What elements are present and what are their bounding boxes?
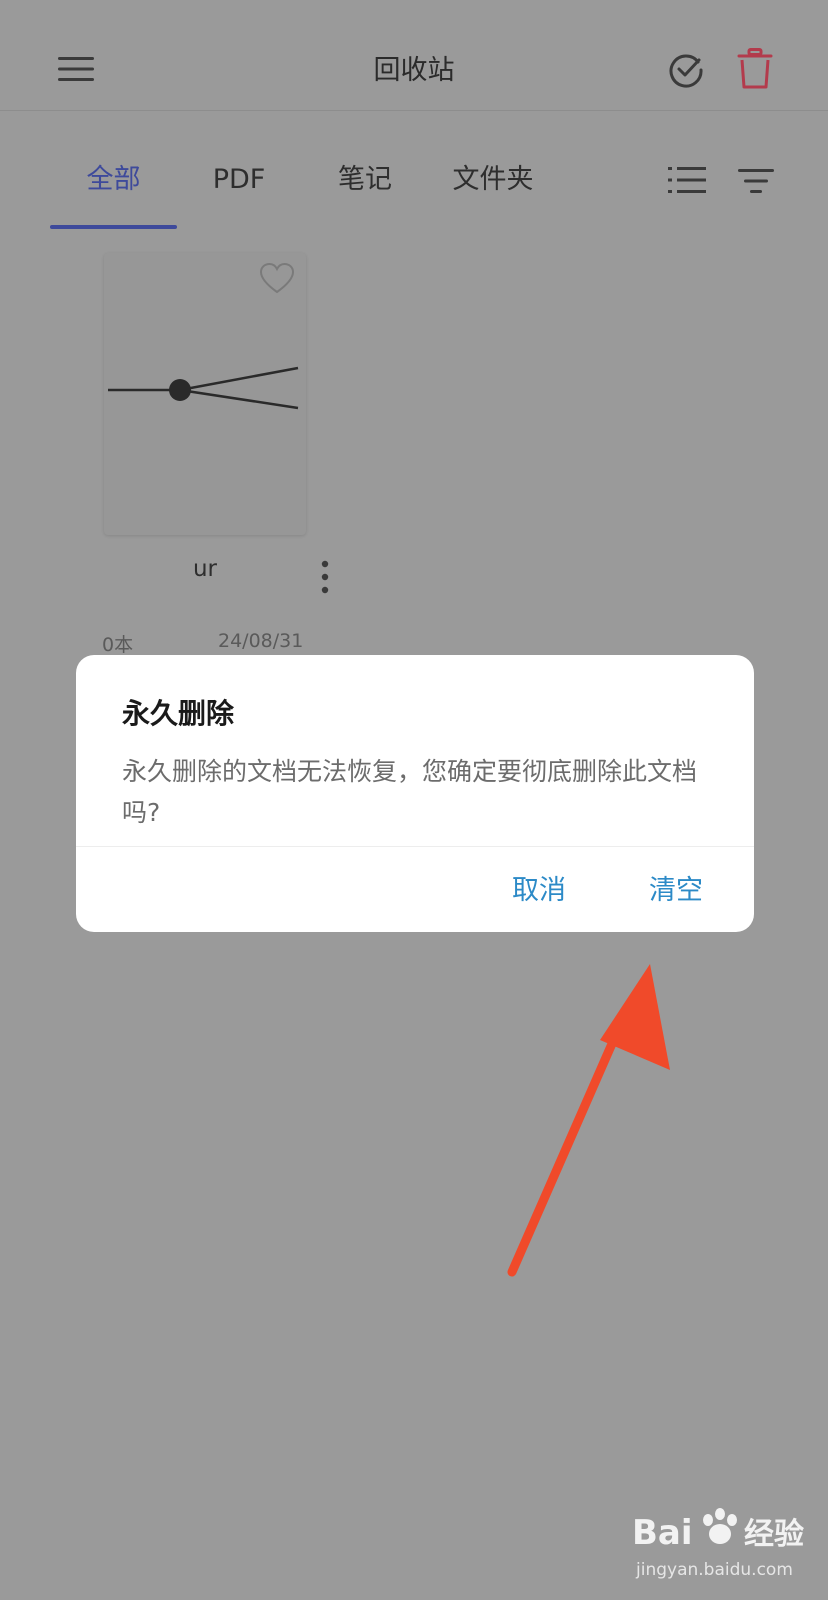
cancel-button[interactable]: 取消 xyxy=(512,868,566,907)
active-tab-indicator xyxy=(50,225,177,229)
dialog-divider xyxy=(76,846,754,847)
svg-text:Bai: Bai xyxy=(632,1513,693,1553)
sort-icon[interactable] xyxy=(738,168,774,194)
tab-pdf[interactable]: PDF xyxy=(196,158,282,202)
heart-icon[interactable] xyxy=(260,263,294,295)
dialog-title: 永久删除 xyxy=(122,697,235,730)
file-date: 24/08/31 xyxy=(218,630,304,652)
trash-icon[interactable] xyxy=(737,48,773,90)
tab-folders[interactable]: 文件夹 xyxy=(440,158,546,202)
clear-button[interactable]: 清空 xyxy=(649,868,703,907)
file-count: 0本 xyxy=(102,634,134,656)
delete-dialog: 永久删除 永久删除的文档无法恢复，您确定要彻底删除此文档吗? 取消 清空 xyxy=(76,655,754,932)
file-thumbnail[interactable] xyxy=(104,253,306,535)
tab-notes[interactable]: 笔记 xyxy=(322,158,408,202)
annotation-arrow xyxy=(507,964,670,1277)
tab-all[interactable]: 全部 xyxy=(50,158,177,202)
file-name: ur xyxy=(192,556,218,582)
list-view-icon[interactable] xyxy=(668,166,706,194)
thumbnail-sketch xyxy=(108,366,299,410)
more-vertical-icon[interactable] xyxy=(316,560,334,594)
top-bar: 回收站 xyxy=(0,0,828,111)
check-circle-icon[interactable] xyxy=(668,52,704,88)
dialog-message: 永久删除的文档无法恢复，您确定要彻底删除此文档吗? xyxy=(122,757,698,827)
watermark-url: jingyan.baidu.com xyxy=(636,1560,793,1580)
svg-text:经验: 经验 xyxy=(744,1517,804,1552)
